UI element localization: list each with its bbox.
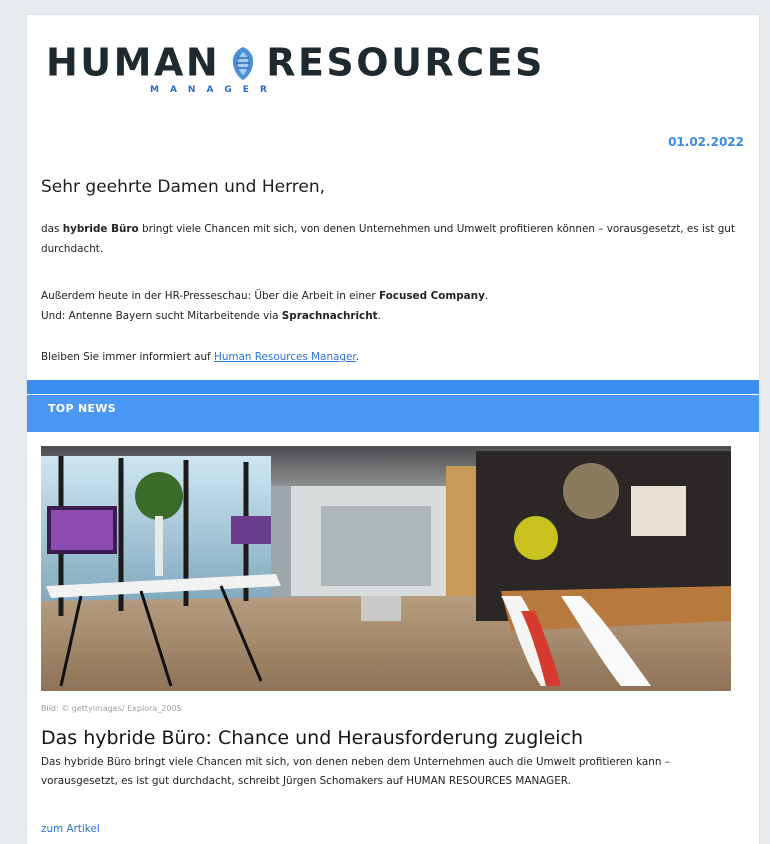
article-headline[interactable]: Das hybride Büro: Chance und Herausforde… xyxy=(41,727,583,749)
text-segment: . xyxy=(377,310,381,322)
issue-date: 01.02.2022 xyxy=(668,135,744,149)
logo-emblem-icon xyxy=(233,46,254,80)
intro-paragraph-1: das hybride Büro bringt viele Chancen mi… xyxy=(41,219,741,259)
text-segment: das xyxy=(41,223,63,235)
highlight-focused-company: Focused Company xyxy=(378,290,485,302)
text-segment: Außerdem heute in der HR-Presseschau: Üb… xyxy=(41,290,379,302)
logo-subtitle: MANAGER xyxy=(150,85,278,95)
top-news-banner: TOP NEWS xyxy=(27,380,759,432)
read-article-link[interactable]: zum Artikel xyxy=(41,823,100,835)
logo-wordmark: HUMAN RESOURCES xyxy=(46,37,545,86)
highlight-voice-message: Sprachnachricht xyxy=(281,310,378,322)
intro-paragraph-3: Bleiben Sie immer informiert auf Human R… xyxy=(41,347,741,367)
text-segment: . xyxy=(484,290,489,302)
logo-word-resources: RESOURCES xyxy=(266,40,545,85)
article-summary: Das hybride Büro bringt viele Chancen mi… xyxy=(41,756,670,787)
text-segment: Und: Antenne Bayern sucht Mitarbeitende … xyxy=(41,310,282,322)
highlight-hybrid-office: hybride Büro xyxy=(62,223,139,235)
newsletter-card: HUMAN RESOURCES MANAGER 01.02.2022 Sehr … xyxy=(26,14,760,844)
greeting: Sehr geehrte Damen und Herren, xyxy=(41,177,326,197)
hrm-website-link[interactable]: Human Resources Manager xyxy=(214,351,356,363)
logo-word-human: HUMAN xyxy=(46,40,221,85)
text-segment: . xyxy=(355,351,360,363)
intro-paragraph-2: Außerdem heute in der HR-Presseschau: Üb… xyxy=(41,286,741,326)
top-news-label: TOP NEWS xyxy=(48,402,116,415)
top-news-band xyxy=(27,394,759,432)
article-hero-image[interactable] xyxy=(41,446,731,691)
image-caption: Bild: © gettyimages/ Explora_2005 xyxy=(41,704,182,713)
text-segment: bringt viele Chancen mit sich, von denen… xyxy=(41,223,735,255)
text-segment: Bleiben Sie immer informiert auf xyxy=(41,351,214,363)
